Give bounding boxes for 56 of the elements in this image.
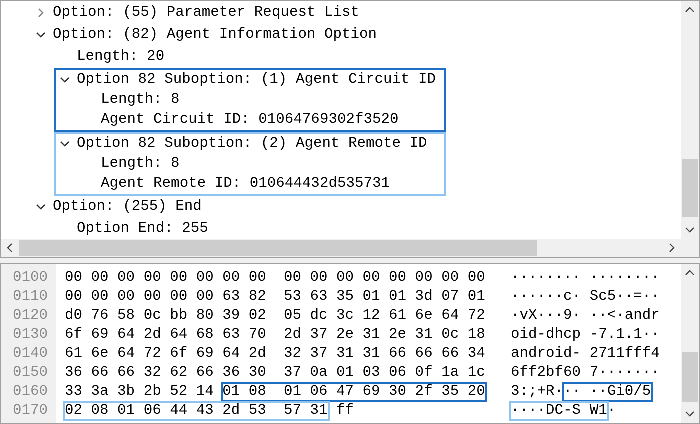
vertical-scrollbar[interactable] xyxy=(681,1,699,239)
expanded-chevron-icon[interactable] xyxy=(36,30,46,40)
expanded-chevron-icon[interactable] xyxy=(60,75,70,85)
ascii-text: ········ ········ xyxy=(511,270,660,286)
tree-item[interactable]: Length: 8 xyxy=(101,92,180,108)
highlighted-hex-bytes: 01 08 01 06 47 69 30 2f 35 20 xyxy=(220,382,488,402)
byte-offset: 0110 xyxy=(12,288,50,307)
byte-offset: 0100 xyxy=(12,269,50,288)
tree-item[interactable]: Length: 8 xyxy=(101,156,180,172)
scroll-down-icon[interactable] xyxy=(685,409,695,419)
collapsed-chevron-icon[interactable] xyxy=(36,8,46,18)
scroll-up-icon[interactable] xyxy=(685,268,695,278)
tree-item[interactable]: Option 82 Suboption: (1) Agent Circuit ID xyxy=(77,72,436,88)
ascii-text: 6ff2bf60 7······· xyxy=(511,365,660,381)
highlighted-hex-bytes: 02 08 01 06 44 43 2d 53 57 31 xyxy=(63,401,330,421)
tree-item[interactable]: Option: (82) Agent Information Option xyxy=(53,27,378,43)
hex-bytes: 36 66 66 32 62 66 36 30 37 0a 01 03 06 0f 1a 1c xyxy=(65,365,486,381)
scroll-right-icon[interactable] xyxy=(667,243,677,253)
byte-offset: 0160 xyxy=(12,383,50,402)
scroll-down-icon[interactable] xyxy=(685,225,695,235)
expanded-chevron-icon[interactable] xyxy=(36,202,46,212)
ascii-text: android- 2711fff4 xyxy=(511,346,660,362)
tree-item[interactable]: Agent Circuit ID: 01064769302f3520 xyxy=(101,112,399,128)
hex-bytes: 00 00 00 00 00 00 00 00 00 00 00 00 00 00 00 00 xyxy=(65,270,486,286)
scrollbar-thumb[interactable] xyxy=(682,352,698,402)
byte-offset: 0150 xyxy=(12,364,50,383)
byte-offset: 0120 xyxy=(12,307,50,326)
tree-item[interactable]: Option End: 255 xyxy=(77,221,208,237)
tree-item[interactable]: Length: 20 xyxy=(77,49,165,65)
tree-item[interactable]: Option: (55) Parameter Request List xyxy=(53,5,360,21)
scroll-up-icon[interactable] xyxy=(685,5,695,15)
ascii-text: · xyxy=(607,403,616,419)
hex-bytes: ff xyxy=(335,403,354,419)
highlighted-ascii-text: ····DC-S W1 xyxy=(509,401,610,421)
hex-bytes: 61 6e 64 72 6f 69 64 2d 32 37 31 31 66 66 66 34 xyxy=(65,346,486,362)
tree-item[interactable]: Option: (255) End xyxy=(53,199,202,215)
ascii-text: ·vX···9· ··<·andr xyxy=(511,308,660,324)
tree-item[interactable]: Option 82 Suboption: (2) Agent Remote ID xyxy=(77,136,428,152)
hex-bytes: 00 00 00 00 00 00 63 82 53 63 35 01 01 3d 07 01 xyxy=(65,289,486,305)
hex-bytes: 33 3a 3b 2b 52 14 xyxy=(65,384,215,400)
hex-bytes: d0 76 58 0c bb 80 39 02 05 dc 3c 12 61 6e 64 72 xyxy=(65,308,486,324)
vertical-scrollbar[interactable] xyxy=(681,264,699,423)
highlighted-ascii-text: ·· ··Gi0/5 xyxy=(562,382,654,402)
ascii-text: ······c· Sc5··=·· xyxy=(511,289,660,305)
tree-item[interactable]: Agent Remote ID: 010644432d535731 xyxy=(101,176,390,192)
byte-offset: 0170 xyxy=(12,402,50,421)
byte-offset: 0140 xyxy=(12,345,50,364)
byte-offset: 0130 xyxy=(12,326,50,345)
scrollbar-thumb[interactable] xyxy=(682,159,698,217)
scrollbar-thumb[interactable] xyxy=(19,240,537,256)
horizontal-scrollbar[interactable] xyxy=(1,239,681,257)
scroll-left-icon[interactable] xyxy=(5,243,15,253)
expanded-chevron-icon[interactable] xyxy=(60,139,70,149)
ascii-text: 3:;+R· xyxy=(511,384,564,400)
ascii-text: oid-dhcp -7.1.1·· xyxy=(511,327,660,343)
hex-bytes: 6f 69 64 2d 64 68 63 70 2d 37 2e 31 2e 31 0c 18 xyxy=(65,327,486,343)
